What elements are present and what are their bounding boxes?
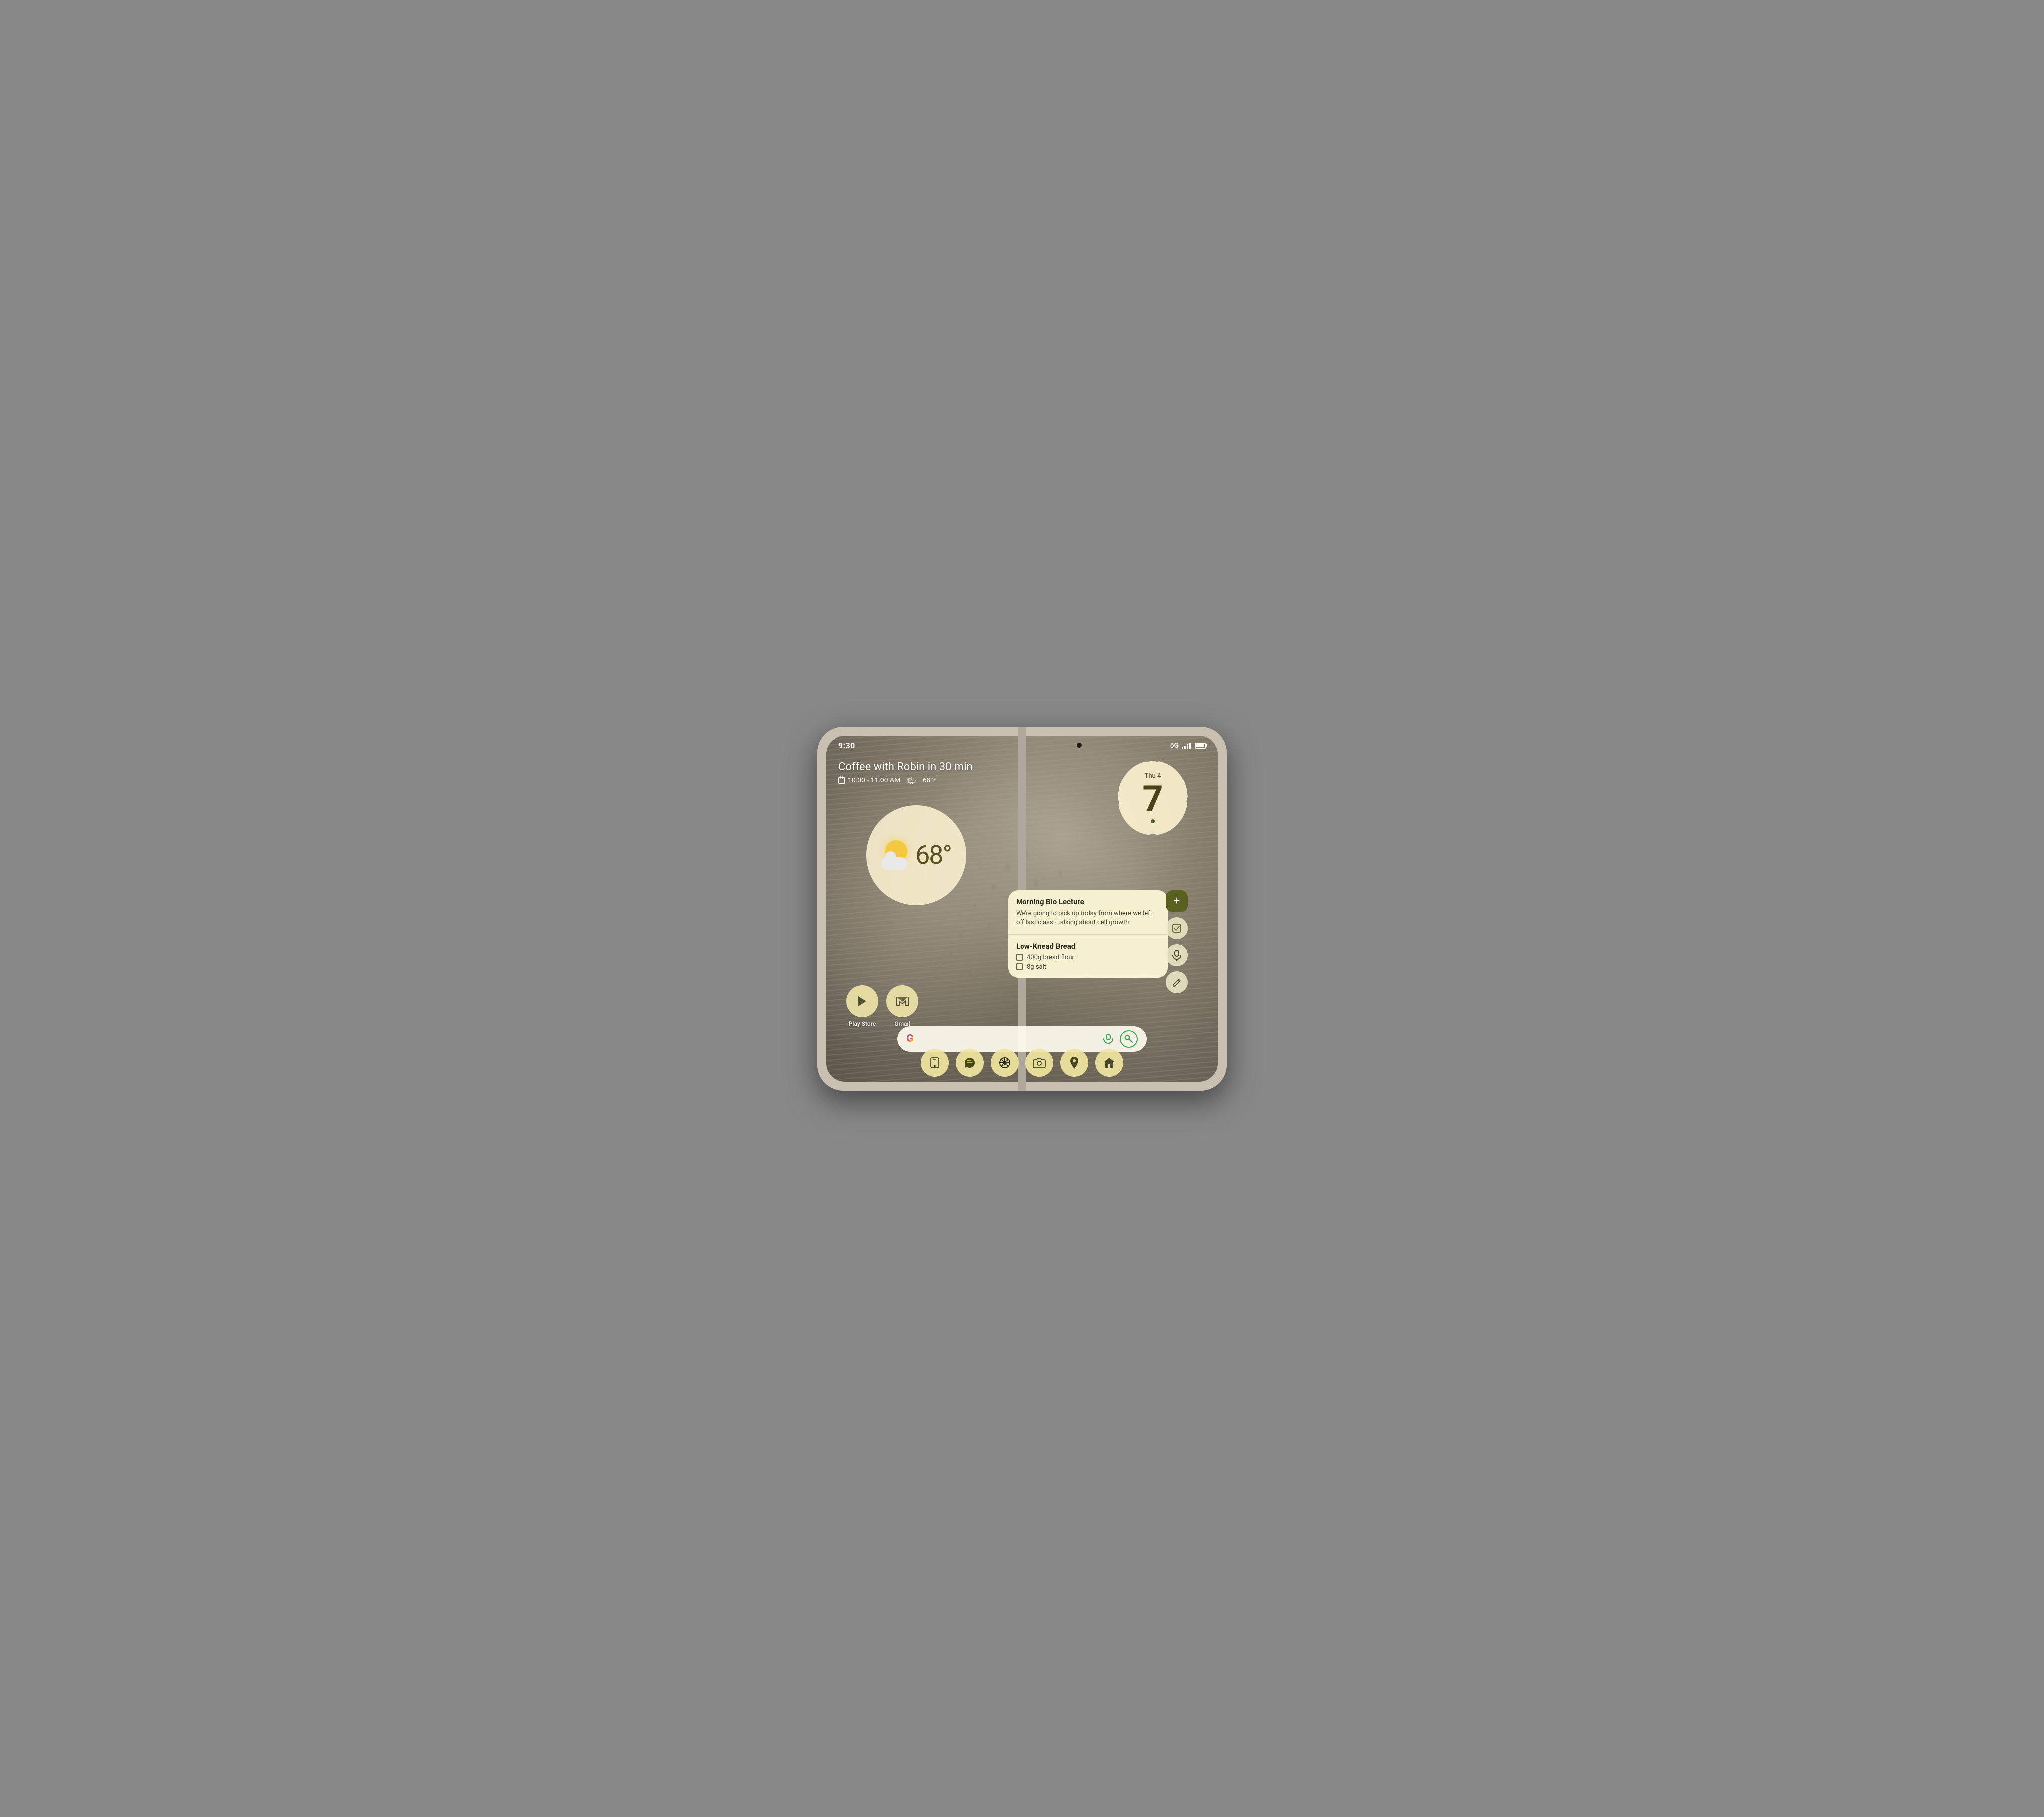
weather-icon <box>881 840 911 870</box>
phone-icon <box>929 1057 941 1069</box>
event-time-row: 10:00 - 11:00 AM <box>838 777 900 784</box>
dock-home[interactable] <box>1095 1049 1123 1077</box>
camera-front <box>1077 743 1082 748</box>
note-item-bio[interactable]: Morning Bio Lecture We're going to pick … <box>1008 890 1168 934</box>
calendar-event-dot <box>1151 819 1155 823</box>
mic-icon <box>1172 950 1181 961</box>
app-icon-play-store[interactable]: Play Store <box>846 985 878 1027</box>
mic-note-button[interactable] <box>1166 944 1188 966</box>
add-note-button[interactable]: + <box>1166 890 1188 912</box>
dock-phone[interactable] <box>921 1049 949 1077</box>
signal-bar-3 <box>1187 744 1188 749</box>
edit-note-button[interactable] <box>1166 971 1188 993</box>
bottom-dock <box>921 1049 1123 1077</box>
cloud <box>881 857 907 870</box>
signal-type: 5G <box>1170 742 1179 750</box>
event-title: Coffee with Robin in 30 min <box>838 761 973 773</box>
notes-actions-sidebar: + <box>1166 890 1188 993</box>
app-icon-gmail[interactable]: Gmail <box>886 985 918 1027</box>
google-logo: G <box>906 1033 914 1045</box>
dock-chrome[interactable] <box>991 1049 1019 1077</box>
note-title-bio: Morning Bio Lecture <box>1016 897 1160 906</box>
status-time: 9:30 <box>838 741 855 750</box>
event-time: 10:00 - 11:00 AM <box>848 777 900 784</box>
check-note-button[interactable] <box>1166 917 1188 939</box>
search-lens-button[interactable] <box>1120 1030 1138 1048</box>
checkbox-flour <box>1016 954 1023 961</box>
signal-icon <box>1182 742 1191 749</box>
home-icon <box>1103 1057 1116 1069</box>
dock-messages[interactable] <box>956 1049 984 1077</box>
checklist-flour-text: 400g bread flour <box>1027 954 1074 961</box>
weather-temperature: 68° <box>915 840 951 870</box>
calendar-small-icon <box>838 777 845 784</box>
gmail-icon <box>895 995 910 1007</box>
weather-widget[interactable]: 68° <box>866 805 966 905</box>
play-store-icon <box>855 994 869 1008</box>
checklist-item-2: 8g salt <box>1016 963 1160 971</box>
camera-icon <box>1033 1057 1046 1068</box>
messages-icon <box>963 1057 976 1069</box>
weather-emoji: 🌤 <box>906 776 916 785</box>
search-bar[interactable]: G <box>897 1026 1147 1052</box>
checkbox-icon <box>1172 924 1181 933</box>
gmail-icon-circle <box>886 985 918 1017</box>
calendar-widget[interactable]: Thu 4 7 <box>1118 761 1188 835</box>
signal-bar-1 <box>1182 747 1183 749</box>
signal-bar-2 <box>1184 746 1186 749</box>
app-icons-row: Play Store Gmail <box>846 985 918 1027</box>
device-frame: 9:30 5G Coffee with Robin in 30 min 10:0… <box>817 727 1227 1091</box>
note-title-bread: Low-Knead Bread <box>1016 942 1160 951</box>
device-screen: 9:30 5G Coffee with Robin in 30 min 10:0… <box>826 736 1218 1082</box>
notes-widget[interactable]: Morning Bio Lecture We're going to pick … <box>1008 890 1168 978</box>
chrome-icon <box>998 1056 1011 1069</box>
battery-icon <box>1195 743 1206 749</box>
event-details: 10:00 - 11:00 AM 🌤 68°F <box>838 776 973 785</box>
note-item-bread[interactable]: Low-Knead Bread 400g bread flour 8g salt <box>1008 934 1168 978</box>
pencil-icon <box>1172 978 1181 987</box>
note-body-bio: We're going to pick up today from where … <box>1016 909 1160 927</box>
weather-inner: 68° <box>881 840 951 870</box>
status-bar: 9:30 5G <box>826 736 1218 756</box>
status-right: 5G <box>1170 742 1206 750</box>
event-widget[interactable]: Coffee with Robin in 30 min 10:00 - 11:0… <box>838 761 973 785</box>
lens-icon <box>1124 1035 1133 1043</box>
play-store-icon-circle <box>846 985 878 1017</box>
play-store-label: Play Store <box>849 1020 876 1027</box>
maps-icon <box>1069 1056 1080 1069</box>
signal-bar-4 <box>1189 743 1191 749</box>
dock-camera[interactable] <box>1025 1049 1053 1077</box>
search-mic-icon[interactable] <box>1103 1034 1114 1044</box>
event-weather: 68°F <box>923 777 937 784</box>
checkbox-salt <box>1016 963 1023 970</box>
dock-maps[interactable] <box>1060 1049 1088 1077</box>
checklist-item-1: 400g bread flour <box>1016 954 1160 961</box>
calendar-day-number: 7 <box>1142 781 1163 817</box>
checklist-salt-text: 8g salt <box>1027 963 1046 971</box>
